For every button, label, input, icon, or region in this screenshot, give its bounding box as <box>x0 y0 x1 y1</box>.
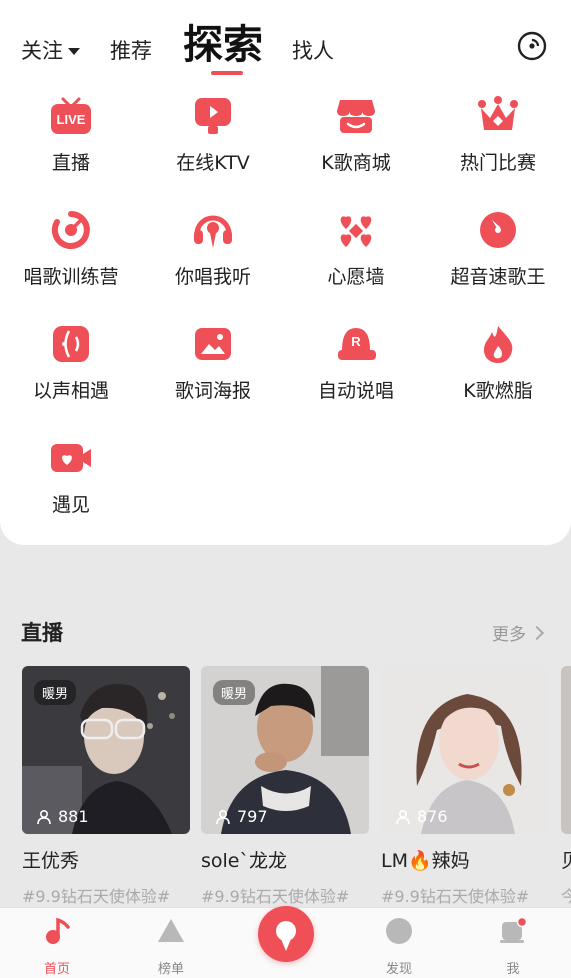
live-card[interactable]: 暖男 797 sole`龙龙 #9.9钻石天使体验# <box>201 666 369 907</box>
person-icon <box>37 809 51 824</box>
explore-panel: 关注 推荐 探索 找人 LIVE 直播 在线KTV K歌商城 热门比赛 唱歌训练… <box>0 0 571 545</box>
svg-text:R: R <box>351 334 361 349</box>
live-topic: #9.9钻石天使体验# <box>381 887 530 906</box>
ktv-monitor-icon <box>195 98 231 134</box>
tab-charts-label: 榜单 <box>157 962 184 977</box>
person-icon <box>216 809 230 824</box>
live-section-title: 直播 <box>21 621 63 645</box>
tab-follow[interactable]: 关注 <box>21 35 80 65</box>
viewer-count-value: 797 <box>237 807 268 826</box>
grid-item-contest[interactable]: 热门比赛 <box>427 90 569 190</box>
grid-item-label: K歌燃脂 <box>463 380 533 402</box>
flame-icon <box>484 326 513 363</box>
hearts-icon <box>340 216 372 247</box>
grid-item-voice-meet[interactable]: 以声相遇 <box>0 318 142 418</box>
video-heart-icon <box>51 444 91 472</box>
sing-button[interactable] <box>258 906 314 962</box>
streamer-name: sole`龙龙 <box>201 850 287 872</box>
caret-down-icon <box>68 47 80 55</box>
live-card-list: 暖男 881 王优秀 #9.9钻石天使体验# 暖男 797 sole`龙龙 #9… <box>0 666 571 911</box>
live-card[interactable]: 876 LM🔥辣妈 #9.9钻石天使体验# <box>381 666 549 907</box>
tag-chip: 暖男 <box>34 680 77 705</box>
bottom-tab-bar: 首页 榜单 发现 我 <box>0 906 571 978</box>
live-more-link[interactable]: 更多 <box>492 620 545 645</box>
grid-item-label: 直播 <box>51 152 90 174</box>
grid-item-encounter[interactable]: 遇见 <box>0 432 142 532</box>
triangle-icon <box>158 919 184 942</box>
tab-me-label: 我 <box>506 962 520 977</box>
music-note-icon <box>46 917 70 944</box>
live-card[interactable]: 暖男 881 王优秀 #9.9钻石天使体验# <box>22 666 190 907</box>
person-icon <box>396 809 410 824</box>
streamer-name: 王优秀 <box>22 850 80 872</box>
more-label: 更多 <box>492 625 526 645</box>
tab-explore[interactable]: 探索 <box>183 12 263 70</box>
grid-item-store[interactable]: K歌商城 <box>285 90 427 190</box>
live-topic: 今 <box>561 887 571 906</box>
tab-charts[interactable]: 榜单 <box>136 916 206 977</box>
grid-item-label: 在线KTV <box>176 152 250 174</box>
grid-item-auto-rap[interactable]: R 自动说唱 <box>285 318 427 418</box>
live-topic: #9.9钻石天使体验# <box>201 887 350 906</box>
viewer-count: 797 <box>215 807 268 826</box>
top-navigation: 关注 推荐 探索 找人 <box>0 0 571 84</box>
svg-text:LIVE: LIVE <box>57 112 86 127</box>
grid-item-you-sing-i-listen[interactable]: 你唱我听 <box>142 204 284 304</box>
tab-follow-label: 关注 <box>21 39 63 63</box>
grid-item-live[interactable]: LIVE 直播 <box>0 90 142 190</box>
live-tv-icon: LIVE <box>51 97 91 134</box>
streamer-name: 贝 <box>561 850 571 872</box>
grid-item-label: 遇见 <box>51 494 90 516</box>
cup-icon <box>500 916 528 943</box>
grid-item-label: 自动说唱 <box>317 380 394 402</box>
speed-circle-icon <box>480 212 516 248</box>
poster-icon <box>195 328 231 360</box>
tag-chip: 暖男 <box>213 680 256 705</box>
grid-item-label: K歌商城 <box>321 152 391 174</box>
grid-item-supersonic[interactable]: 超音速歌王 <box>427 204 569 304</box>
grid-item-label: 你唱我听 <box>174 266 251 288</box>
live-thumbnail <box>561 666 571 834</box>
grid-item-lyric-poster[interactable]: 歌词海报 <box>142 318 284 418</box>
disc-play-icon[interactable] <box>517 31 547 61</box>
store-icon <box>337 100 375 133</box>
viewer-count: 876 <box>395 807 448 826</box>
cap-r-icon: R <box>338 328 376 360</box>
grid-item-label: 热门比赛 <box>459 152 536 174</box>
grid-item-label: 歌词海报 <box>174 380 251 402</box>
voice-meet-icon <box>53 326 89 362</box>
grid-item-ktv[interactable]: 在线KTV <box>142 90 284 190</box>
tab-recommend[interactable]: 推荐 <box>110 35 152 65</box>
viewer-count-value: 881 <box>58 807 89 826</box>
tab-discover[interactable]: 发现 <box>364 916 434 977</box>
chevron-right-icon <box>529 625 545 640</box>
live-thumbnail: 876 <box>381 666 549 834</box>
streamer-name: LM🔥辣妈 <box>381 850 470 872</box>
live-thumbnail: 暖男 881 <box>22 666 190 834</box>
live-card[interactable]: 贝 今 <box>561 666 571 907</box>
tab-home[interactable]: 首页 <box>22 916 92 977</box>
grid-item-fat-burn[interactable]: K歌燃脂 <box>427 318 569 418</box>
active-tab-indicator <box>211 71 243 75</box>
live-topic: #9.9钻石天使体验# <box>22 887 171 906</box>
live-thumbnail: 暖男 797 <box>201 666 369 834</box>
grid-item-label: 超音速歌王 <box>450 266 546 288</box>
grid-item-wish-wall[interactable]: 心愿墙 <box>285 204 427 304</box>
microphone-icon <box>276 921 296 951</box>
grid-item-label: 唱歌训练营 <box>23 266 119 288</box>
training-ring-icon <box>51 211 90 249</box>
tab-me[interactable]: 我 <box>478 916 548 977</box>
headphone-mic-icon <box>194 215 232 248</box>
circle-icon <box>386 918 412 944</box>
streamer-photo <box>561 666 571 834</box>
tab-discover-label: 发现 <box>385 962 412 977</box>
grid-item-training[interactable]: 唱歌训练营 <box>0 204 142 304</box>
crown-icon <box>478 96 518 130</box>
viewer-count-value: 876 <box>417 807 448 826</box>
tab-find-people[interactable]: 找人 <box>292 35 334 65</box>
tab-home-label: 首页 <box>43 962 70 977</box>
grid-item-label: 以声相遇 <box>32 380 109 402</box>
viewer-count: 881 <box>36 807 89 826</box>
grid-item-label: 心愿墙 <box>327 266 385 288</box>
